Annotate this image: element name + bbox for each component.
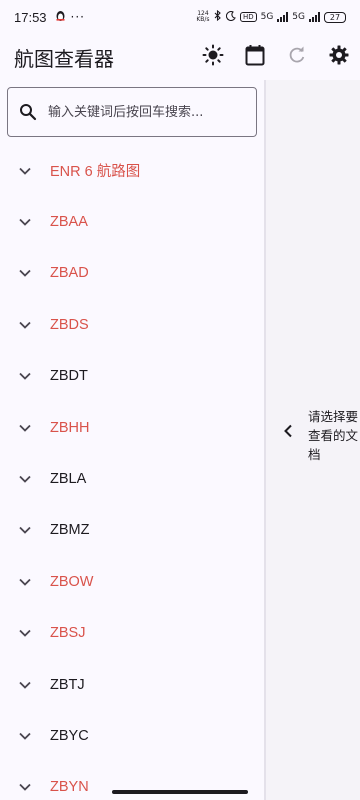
chevron-down-icon [17,574,33,590]
list-item-label: ZBAA [50,214,88,231]
chevron-down-icon [17,317,33,333]
list-item-label: ZBDS [50,316,89,333]
chart-list: ENR 6 航路图 ZBAA ZBAD ZBDS ZBDT ZBHH ZBLA ZBMZ ZBO… [0,145,264,800]
detail-pane: 请选择要查看的文档 [266,80,360,800]
list-item[interactable]: ZBLA [0,453,264,504]
signal-icon [277,12,289,22]
hd-badge: HD [239,12,257,22]
chevron-down-icon [17,214,33,230]
status-icons: 124 KB/s HD 5G 5G 27 [196,9,346,24]
chevron-down-icon [17,779,33,795]
list-item[interactable]: ZBOW [0,556,264,607]
chevron-left-icon [283,423,293,442]
status-bar: 17:53 ··· 124 KB/s HD 5G 5G 27 [0,0,360,34]
list-item-label: ZBDT [50,368,88,385]
penguin-notification-icon [55,10,66,25]
list-item-label: ZBAD [50,265,89,282]
app-bar: 航图查看器 [0,34,360,80]
list-item[interactable]: ZBYC [0,710,264,761]
list-item-label: ZBSJ [50,625,86,642]
sim1-label: 5G [260,12,274,22]
search-icon [8,103,48,121]
chevron-down-icon [17,368,33,384]
empty-state-hint: 请选择要查看的文档 [308,409,359,462]
signal-icon [309,12,320,22]
bluetooth-icon [214,9,222,24]
list-item-label: ZBMZ [50,522,90,539]
refresh-icon [288,46,306,68]
collapse-detail-button[interactable] [280,424,296,440]
chevron-down-icon [17,522,33,538]
list-item[interactable]: ZBDT [0,351,264,402]
list-item[interactable]: ZBYN [0,762,264,800]
list-item[interactable]: ZBAD [0,248,264,299]
list-item-label: ZBYN [50,779,89,796]
theme-toggle-button[interactable] [192,34,234,80]
page-title: 航图查看器 [14,46,114,71]
chevron-down-icon [17,625,33,641]
refresh-button[interactable] [276,34,318,80]
calendar-button[interactable] [234,34,276,80]
sun-icon [202,44,224,70]
network-speed: 124 KB/s [196,10,210,23]
list-item[interactable]: ZBSJ [0,608,264,659]
list-item-label: ZBHH [50,419,90,436]
battery-indicator: 27 [324,11,346,23]
list-item[interactable]: ZBDS [0,299,264,350]
list-item[interactable]: ENR 6 航路图 [0,145,264,196]
list-item-label: ZBLA [50,471,87,488]
status-time: 17:53 [14,9,47,25]
list-item-label: ENR 6 航路图 [50,164,141,181]
moon-icon [225,10,236,24]
home-indicator[interactable] [112,790,248,794]
list-item-label: ZBYC [50,727,89,744]
gear-icon [329,45,349,69]
list-item[interactable]: ZBTJ [0,659,264,710]
chevron-down-icon [17,265,33,281]
list-item[interactable]: ZBHH [0,402,264,453]
list-item[interactable]: ZBAA [0,196,264,247]
list-item-label: ZBOW [50,573,94,590]
chevron-down-icon [17,163,33,179]
chevron-down-icon [17,471,33,487]
chevron-down-icon [17,728,33,744]
settings-button[interactable] [318,34,360,80]
chevron-down-icon [17,420,33,436]
search-box [7,87,257,137]
list-item[interactable]: ZBMZ [0,505,264,556]
sim2-label: 5G [292,12,305,22]
more-notifications-indicator: ··· [70,10,85,24]
search-input[interactable] [48,104,248,120]
list-item-label: ZBTJ [50,676,85,693]
chevron-down-icon [17,677,33,693]
calendar-icon [245,44,265,70]
app-bar-actions [192,34,360,80]
